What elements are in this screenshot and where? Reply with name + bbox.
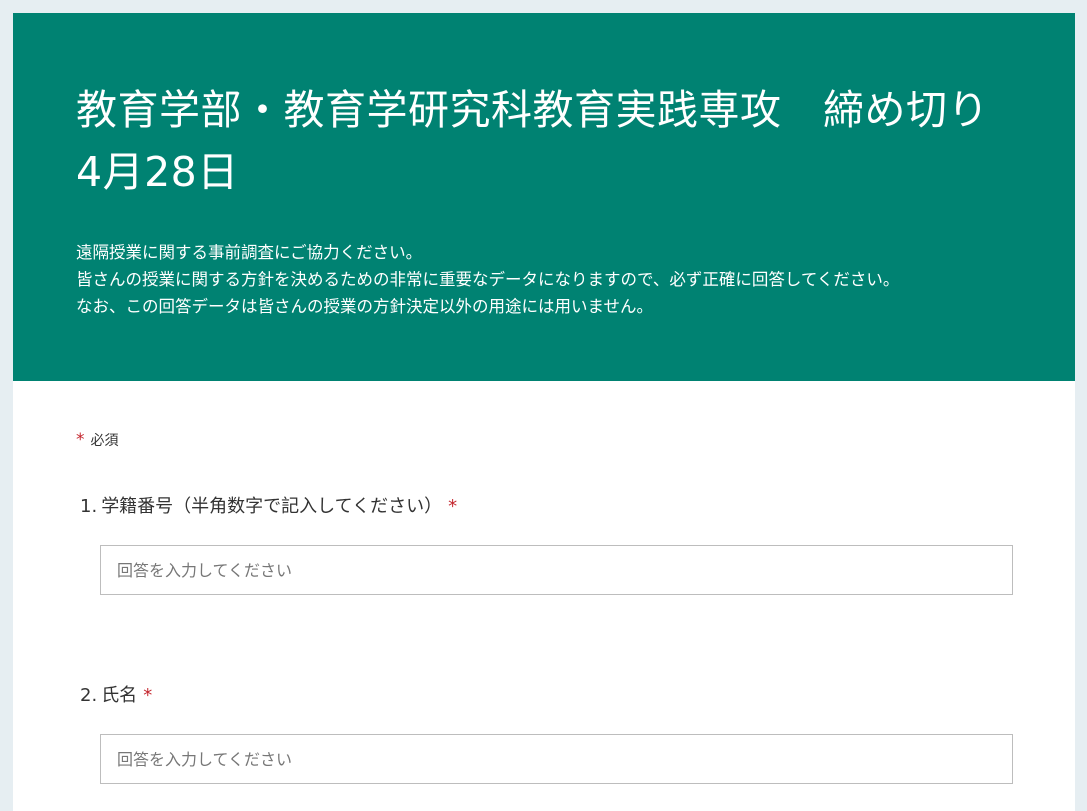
question-1-title: 1. 学籍番号（半角数字で記入してください） * xyxy=(80,494,457,520)
description-line: 皆さんの授業に関する方針を決めるための非常に重要なデータになりますので、必ず正確… xyxy=(76,270,900,289)
question-label: 学籍番号（半角数字で記入してください） xyxy=(101,496,443,517)
description-line: 遠隔授業に関する事前調査にご協力ください。 xyxy=(76,243,423,262)
form-card: 教育学部・教育学研究科教育実践専攻 締め切り4月28日 遠隔授業に関する事前調査… xyxy=(13,13,1075,811)
required-label: 必須 xyxy=(90,433,119,449)
question-label: 氏名 xyxy=(101,685,138,706)
question-number: 2. xyxy=(80,685,98,706)
question-number: 1. xyxy=(80,496,98,517)
required-note: * 必須 xyxy=(76,429,119,452)
required-star: * xyxy=(143,685,153,706)
form-header: 教育学部・教育学研究科教育実践専攻 締め切り4月28日 遠隔授業に関する事前調査… xyxy=(13,13,1075,381)
description-line: なお、この回答データは皆さんの授業の方針決定以外の用途には用いません。 xyxy=(76,297,654,316)
required-star: * xyxy=(448,496,458,517)
question-2-title: 2. 氏名 * xyxy=(80,683,152,709)
student-id-input[interactable] xyxy=(100,545,1013,595)
form-title: 教育学部・教育学研究科教育実践専攻 締め切り4月28日 xyxy=(76,86,989,196)
name-input[interactable] xyxy=(100,734,1013,784)
form-description: 遠隔授業に関する事前調査にご協力ください。 皆さんの授業に関する方針を決めるため… xyxy=(76,239,1066,320)
required-star: * xyxy=(76,430,85,450)
